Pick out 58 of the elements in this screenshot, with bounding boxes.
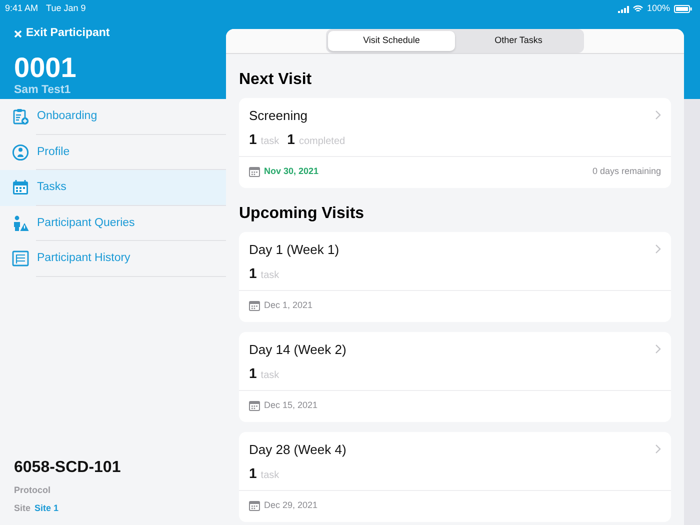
count-label: task bbox=[260, 269, 280, 283]
visit-date: Dec 29, 2021 bbox=[264, 499, 318, 512]
protocol-label: Protocol bbox=[14, 484, 52, 497]
count-label: task bbox=[260, 369, 280, 383]
participant-name: Sam Test1 bbox=[14, 83, 72, 98]
days-remaining: 0 days remaining bbox=[592, 165, 661, 178]
status-time: 9:41 AM bbox=[5, 2, 38, 16]
status-date: Tue Jan 9 bbox=[46, 2, 86, 16]
person-warning-icon bbox=[12, 214, 29, 232]
visit-card[interactable]: Day 28 (Week 4) 1 task Dec 29, 2021 bbox=[239, 432, 671, 522]
count-label: task bbox=[260, 135, 280, 149]
site-link[interactable]: Site 1 bbox=[34, 502, 59, 515]
visit-card[interactable]: Day 1 (Week 1) 1 task Dec 1, 2021 bbox=[239, 232, 671, 322]
close-icon bbox=[14, 30, 22, 38]
count-number: 1 bbox=[249, 464, 257, 483]
site-label: Site bbox=[14, 502, 31, 514]
section-heading: Upcoming Visits bbox=[239, 204, 366, 224]
sidebar-item[interactable]: Participant History bbox=[0, 241, 226, 276]
segment-tab[interactable]: Visit Schedule bbox=[328, 31, 455, 50]
visit-card[interactable]: Day 14 (Week 2) 1 task Dec 15, 2021 bbox=[239, 332, 671, 422]
chevron-right-icon bbox=[655, 344, 661, 354]
count-number: 1 bbox=[249, 264, 257, 283]
count-label: completed bbox=[298, 135, 346, 149]
calendar-icon bbox=[249, 400, 260, 411]
participant-id: 0001 bbox=[14, 54, 78, 82]
section-heading: Next Visit bbox=[239, 70, 313, 90]
chevron-right-icon bbox=[655, 110, 661, 120]
visit-date: Dec 1, 2021 bbox=[264, 299, 313, 312]
count-number: 1 bbox=[249, 130, 257, 149]
chevron-right-icon bbox=[655, 244, 661, 254]
battery-icon bbox=[674, 5, 692, 13]
calendar-icon bbox=[12, 179, 29, 196]
sidebar-item[interactable]: Onboarding bbox=[0, 99, 226, 134]
protocol-code: 6058-SCD-101 bbox=[14, 458, 122, 478]
exit-participant-link[interactable]: Exit Participant bbox=[14, 25, 110, 43]
battery-percentage: 100% bbox=[646, 2, 670, 16]
chevron-right-icon bbox=[655, 444, 661, 454]
visit-date: Dec 15, 2021 bbox=[264, 399, 318, 412]
wifi-icon bbox=[632, 5, 643, 13]
sidebar-item[interactable]: Participant Queries bbox=[0, 206, 226, 241]
list-icon bbox=[12, 250, 29, 268]
count-number: 1 bbox=[249, 364, 257, 383]
signal-icon bbox=[618, 6, 629, 12]
sidebar-item[interactable]: Tasks bbox=[0, 170, 226, 206]
clipboard-icon bbox=[12, 108, 29, 126]
person-icon bbox=[12, 144, 29, 161]
visit-date: Nov 30, 2021 bbox=[264, 165, 319, 178]
visit-title: Day 14 (Week 2) bbox=[249, 340, 346, 359]
calendar-icon bbox=[249, 166, 260, 177]
visit-title: Screening bbox=[249, 106, 308, 125]
count-label: task bbox=[260, 469, 280, 483]
visit-title: Day 1 (Week 1) bbox=[249, 240, 340, 259]
count-number: 1 bbox=[287, 130, 295, 149]
calendar-icon bbox=[249, 300, 260, 311]
segment-tab[interactable]: Other Tasks bbox=[455, 31, 582, 50]
visit-card[interactable]: Screening 1 task 1 completed Nov 30, 2021 0 days remaining bbox=[239, 98, 671, 188]
visit-title: Day 28 (Week 4) bbox=[249, 440, 346, 459]
calendar-icon bbox=[249, 500, 260, 511]
